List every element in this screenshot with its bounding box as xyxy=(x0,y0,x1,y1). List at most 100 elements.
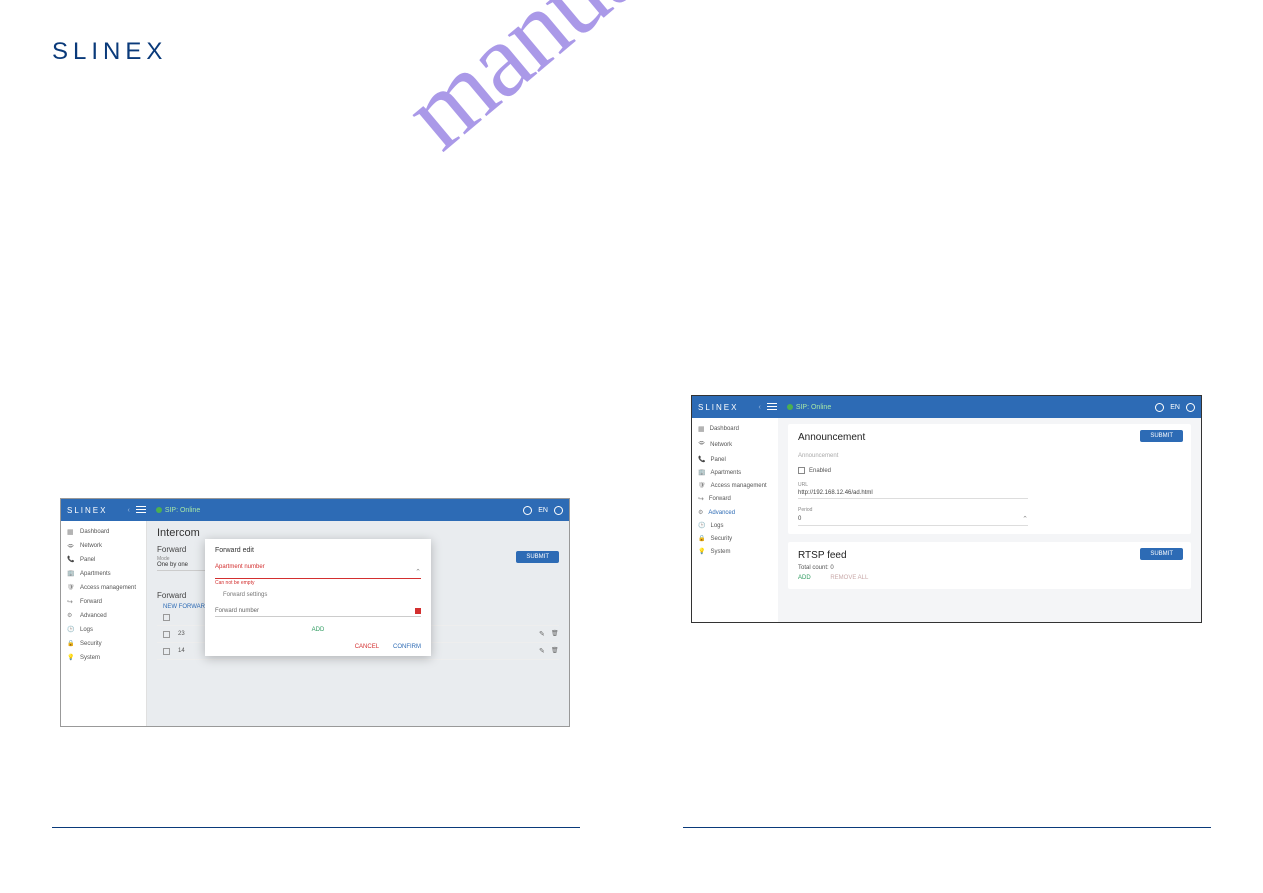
sidebar-item-panel[interactable]: Panel xyxy=(61,553,146,567)
rtsp-card: RTSP feed SUBMIT Total count: 0 ADD REMO… xyxy=(788,542,1191,589)
forward-settings-label: Forward settings xyxy=(223,592,421,598)
delete-icon[interactable] xyxy=(551,630,559,638)
globe-icon[interactable] xyxy=(1155,403,1164,412)
sidebar-item-label: System xyxy=(80,655,100,661)
sidebar-item-logs[interactable]: Logs xyxy=(692,519,778,532)
sip-status-dot-icon xyxy=(156,507,162,513)
sidebar: Dashboard Network Panel Apartments Acces… xyxy=(61,521,147,726)
chevron-left-icon[interactable]: ‹ xyxy=(758,404,760,411)
sidebar-item-label: Forward xyxy=(709,496,731,502)
announcement-sublabel: Announcement xyxy=(798,453,1181,459)
remove-number-icon[interactable] xyxy=(415,608,421,614)
sidebar-item-label: Network xyxy=(710,442,732,448)
remove-all-button[interactable]: REMOVE ALL xyxy=(830,575,868,581)
sidebar-item-panel[interactable]: Panel xyxy=(692,453,778,466)
sip-status: SIP: Online xyxy=(165,507,200,514)
hamburger-icon[interactable] xyxy=(767,403,777,411)
app-logo: SLINEX xyxy=(67,506,107,515)
phone-icon xyxy=(698,456,705,463)
sidebar-item-label: Dashboard xyxy=(80,529,109,535)
edit-icon[interactable] xyxy=(539,647,547,655)
lock-icon xyxy=(67,640,75,648)
sidebar-item-forward[interactable]: Forward xyxy=(61,595,146,609)
card-title: Announcement xyxy=(798,432,1181,443)
page-logo: SLINEX xyxy=(52,38,167,66)
sidebar-item-label: Security xyxy=(710,536,732,542)
sidebar-item-label: Advanced xyxy=(708,510,735,516)
sidebar-item-advanced[interactable]: Advanced xyxy=(61,609,146,623)
lang-label[interactable]: EN xyxy=(1170,404,1180,411)
sidebar-item-system[interactable]: System xyxy=(692,545,778,558)
screenshot-right: SLINEX ‹ SIP: Online EN Dashboard Networ… xyxy=(691,395,1202,623)
sidebar-item-security[interactable]: Security xyxy=(692,532,778,545)
clock-icon xyxy=(698,522,705,529)
sidebar-item-advanced[interactable]: Advanced xyxy=(692,506,778,519)
sidebar-item-dashboard[interactable]: Dashboard xyxy=(692,422,778,436)
page-title: Intercom xyxy=(157,527,559,539)
sip-status-dot-icon xyxy=(787,404,793,410)
url-input[interactable]: http://192.168.12.46/ad.html xyxy=(798,488,1028,499)
hamburger-icon[interactable] xyxy=(136,506,146,514)
sidebar-item-label: System xyxy=(710,549,730,555)
globe-icon[interactable] xyxy=(523,506,532,515)
sidebar-item-system[interactable]: System xyxy=(61,651,146,665)
announcement-card: Announcement SUBMIT Announcement Enabled… xyxy=(788,424,1191,534)
chevron-left-icon[interactable]: ‹ xyxy=(127,507,129,514)
submit-button[interactable]: SUBMIT xyxy=(1140,548,1183,560)
enabled-checkbox[interactable]: Enabled xyxy=(798,467,1181,474)
clock-icon xyxy=(67,626,75,634)
sidebar-item-dashboard[interactable]: Dashboard xyxy=(61,525,146,539)
sidebar-item-label: Access management xyxy=(711,483,767,489)
period-input[interactable]: 0 xyxy=(798,516,1022,522)
sidebar-item-apartments[interactable]: Apartments xyxy=(692,466,778,479)
forward-edit-modal: Forward edit Apartment number ⌃ Can not … xyxy=(205,539,431,656)
user-icon[interactable] xyxy=(1186,403,1195,412)
modal-title: Forward edit xyxy=(215,547,421,554)
sidebar-item-label: Advanced xyxy=(80,613,107,619)
wifi-icon xyxy=(67,542,75,550)
sidebar-item-access[interactable]: Access management xyxy=(692,479,778,492)
sidebar-item-label: Logs xyxy=(80,627,93,633)
sidebar-item-network[interactable]: Network xyxy=(61,539,146,553)
checkbox[interactable] xyxy=(163,631,170,638)
sidebar-item-label: Access management xyxy=(80,585,136,591)
sidebar-item-security[interactable]: Security xyxy=(61,637,146,651)
sip-status: SIP: Online xyxy=(796,404,831,411)
stepper-icon[interactable]: ⌃ xyxy=(1022,515,1028,523)
confirm-button[interactable]: CONFIRM xyxy=(393,644,421,650)
card-title: RTSP feed xyxy=(798,550,1181,561)
shield-icon xyxy=(698,482,706,489)
delete-icon[interactable] xyxy=(551,647,559,655)
app-logo: SLINEX xyxy=(698,403,738,412)
user-icon[interactable] xyxy=(554,506,563,515)
sidebar-item-label: Apartments xyxy=(80,571,111,577)
submit-button[interactable]: SUBMIT xyxy=(516,551,559,563)
topbar: SLINEX ‹ SIP: Online EN xyxy=(692,396,1201,418)
sidebar-item-apartments[interactable]: Apartments xyxy=(61,567,146,581)
add-button[interactable]: ADD xyxy=(798,575,811,581)
bulb-icon xyxy=(698,548,705,555)
sidebar-item-label: Forward xyxy=(80,599,102,605)
wifi-icon xyxy=(698,439,705,450)
sidebar-item-access[interactable]: Access management xyxy=(61,581,146,595)
sidebar-item-forward[interactable]: Forward xyxy=(692,492,778,506)
checkbox[interactable] xyxy=(163,648,170,655)
lang-label[interactable]: EN xyxy=(538,507,548,514)
sidebar-item-label: Apartments xyxy=(710,470,741,476)
stepper-icon[interactable]: ⌃ xyxy=(415,568,421,576)
edit-icon[interactable] xyxy=(539,630,547,638)
submit-button[interactable]: SUBMIT xyxy=(1140,430,1183,442)
forward-number-label: Forward number xyxy=(215,608,415,614)
checkbox-all[interactable] xyxy=(163,614,170,621)
enabled-label: Enabled xyxy=(809,468,831,474)
checkbox-icon[interactable] xyxy=(798,467,805,474)
add-number-button[interactable]: ADD xyxy=(215,627,421,633)
total-count: Total count: 0 xyxy=(798,565,1181,571)
cancel-button[interactable]: CANCEL xyxy=(355,644,379,650)
sidebar: Dashboard Network Panel Apartments Acces… xyxy=(692,418,778,622)
sidebar-item-network[interactable]: Network xyxy=(692,436,778,453)
sidebar-item-logs[interactable]: Logs xyxy=(61,623,146,637)
sidebar-item-label: Logs xyxy=(710,523,723,529)
building-icon xyxy=(67,570,75,578)
apt-number-input[interactable]: ⌃ xyxy=(215,570,421,579)
